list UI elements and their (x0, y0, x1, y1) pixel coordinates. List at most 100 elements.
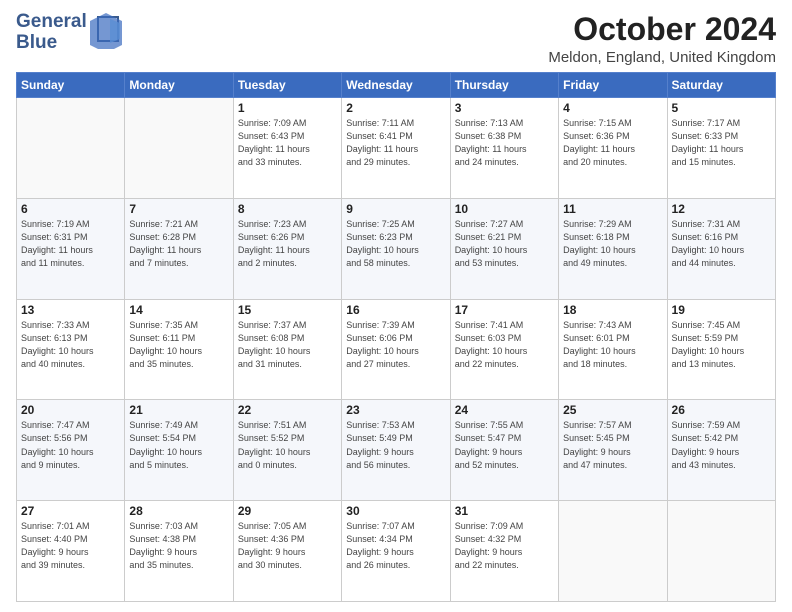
week-row-5: 27 Sunrise: 7:01 AM Sunset: 4:40 PM Dayli… (17, 501, 776, 602)
day-info: Sunrise: 7:03 AM Sunset: 4:38 PM Dayligh… (129, 520, 228, 572)
day-number: 3 (455, 101, 554, 115)
day-number: 2 (346, 101, 445, 115)
day-number: 21 (129, 403, 228, 417)
calendar-cell (125, 98, 233, 199)
day-number: 1 (238, 101, 337, 115)
day-number: 11 (563, 202, 662, 216)
calendar-cell: 4Sunrise: 7:15 AM Sunset: 6:36 PM Daylig… (559, 98, 667, 199)
day-number: 31 (455, 504, 554, 518)
day-number: 5 (672, 101, 771, 115)
calendar-cell: 21 Sunrise: 7:49 AM Sunset: 5:54 PM Dayli… (125, 400, 233, 501)
day-number: 14 (129, 303, 228, 317)
day-info: Sunrise: 7:45 AM Sunset: 5:59 PM Dayligh… (672, 319, 771, 371)
calendar-cell: 8Sunrise: 7:23 AM Sunset: 6:26 PM Daylig… (233, 198, 341, 299)
title-block: October 2024 Meldon, England, United Kin… (548, 12, 776, 66)
calendar-cell: 10 Sunrise: 7:27 AM Sunset: 6:21 PM Dayli… (450, 198, 558, 299)
day-number: 22 (238, 403, 337, 417)
day-info: Sunrise: 7:27 AM Sunset: 6:21 PM Dayligh… (455, 218, 554, 270)
calendar-cell: 26 Sunrise: 7:59 AM Sunset: 5:42 PM Dayli… (667, 400, 775, 501)
day-info: Sunrise: 7:01 AM Sunset: 4:40 PM Dayligh… (21, 520, 120, 572)
day-header-tuesday: Tuesday (233, 73, 341, 98)
logo: General Blue (16, 12, 122, 54)
day-number: 9 (346, 202, 445, 216)
day-info: Sunrise: 7:15 AM Sunset: 6:36 PM Dayligh… (563, 117, 662, 169)
calendar-cell: 27 Sunrise: 7:01 AM Sunset: 4:40 PM Dayli… (17, 501, 125, 602)
calendar-cell: 12 Sunrise: 7:31 AM Sunset: 6:16 PM Dayli… (667, 198, 775, 299)
logo-blue: Blue (16, 33, 87, 54)
calendar-table: SundayMondayTuesdayWednesdayThursdayFrid… (16, 72, 776, 602)
calendar-cell: 9 Sunrise: 7:25 AM Sunset: 6:23 PM Daylig… (342, 198, 450, 299)
calendar-cell: 7 Sunrise: 7:21 AM Sunset: 6:28 PM Daylig… (125, 198, 233, 299)
calendar-cell: 13Sunrise: 7:33 AM Sunset: 6:13 PM Dayli… (17, 299, 125, 400)
day-info: Sunrise: 7:41 AM Sunset: 6:03 PM Dayligh… (455, 319, 554, 371)
day-number: 19 (672, 303, 771, 317)
day-info: Sunrise: 7:35 AM Sunset: 6:11 PM Dayligh… (129, 319, 228, 371)
day-info: Sunrise: 7:43 AM Sunset: 6:01 PM Dayligh… (563, 319, 662, 371)
day-number: 25 (563, 403, 662, 417)
day-number: 15 (238, 303, 337, 317)
calendar-cell: 18Sunrise: 7:43 AM Sunset: 6:01 PM Dayli… (559, 299, 667, 400)
day-header-wednesday: Wednesday (342, 73, 450, 98)
calendar-cell: 15 Sunrise: 7:37 AM Sunset: 6:08 PM Dayli… (233, 299, 341, 400)
calendar-cell: 17 Sunrise: 7:41 AM Sunset: 6:03 PM Dayli… (450, 299, 558, 400)
week-row-2: 6 Sunrise: 7:19 AM Sunset: 6:31 PM Daylig… (17, 198, 776, 299)
calendar-cell: 31Sunrise: 7:09 AM Sunset: 4:32 PM Dayli… (450, 501, 558, 602)
calendar-header-row: SundayMondayTuesdayWednesdayThursdayFrid… (17, 73, 776, 98)
calendar-cell: 23 Sunrise: 7:53 AM Sunset: 5:49 PM Dayli… (342, 400, 450, 501)
day-header-thursday: Thursday (450, 73, 558, 98)
day-number: 10 (455, 202, 554, 216)
calendar-cell: 14 Sunrise: 7:35 AM Sunset: 6:11 PM Dayli… (125, 299, 233, 400)
calendar-cell: 3Sunrise: 7:13 AM Sunset: 6:38 PM Daylig… (450, 98, 558, 199)
calendar-cell: 24 Sunrise: 7:55 AM Sunset: 5:47 PM Dayli… (450, 400, 558, 501)
calendar-cell: 22Sunrise: 7:51 AM Sunset: 5:52 PM Dayli… (233, 400, 341, 501)
day-info: Sunrise: 7:49 AM Sunset: 5:54 PM Dayligh… (129, 419, 228, 471)
day-info: Sunrise: 7:57 AM Sunset: 5:45 PM Dayligh… (563, 419, 662, 471)
day-info: Sunrise: 7:25 AM Sunset: 6:23 PM Dayligh… (346, 218, 445, 270)
day-info: Sunrise: 7:05 AM Sunset: 4:36 PM Dayligh… (238, 520, 337, 572)
day-number: 27 (21, 504, 120, 518)
day-number: 28 (129, 504, 228, 518)
day-info: Sunrise: 7:55 AM Sunset: 5:47 PM Dayligh… (455, 419, 554, 471)
day-header-sunday: Sunday (17, 73, 125, 98)
calendar-cell: 5Sunrise: 7:17 AM Sunset: 6:33 PM Daylig… (667, 98, 775, 199)
day-number: 30 (346, 504, 445, 518)
day-info: Sunrise: 7:47 AM Sunset: 5:56 PM Dayligh… (21, 419, 120, 471)
day-info: Sunrise: 7:31 AM Sunset: 6:16 PM Dayligh… (672, 218, 771, 270)
day-header-monday: Monday (125, 73, 233, 98)
logo-icon (90, 13, 122, 49)
calendar-cell: 20Sunrise: 7:47 AM Sunset: 5:56 PM Dayli… (17, 400, 125, 501)
calendar-cell: 29 Sunrise: 7:05 AM Sunset: 4:36 PM Dayli… (233, 501, 341, 602)
day-info: Sunrise: 7:39 AM Sunset: 6:06 PM Dayligh… (346, 319, 445, 371)
page: General Blue October 2024 Meldon, Englan… (0, 0, 792, 612)
calendar-cell: 6 Sunrise: 7:19 AM Sunset: 6:31 PM Daylig… (17, 198, 125, 299)
calendar-cell: 16 Sunrise: 7:39 AM Sunset: 6:06 PM Dayli… (342, 299, 450, 400)
day-header-saturday: Saturday (667, 73, 775, 98)
day-info: Sunrise: 7:11 AM Sunset: 6:41 PM Dayligh… (346, 117, 445, 169)
calendar-cell: 19 Sunrise: 7:45 AM Sunset: 5:59 PM Dayli… (667, 299, 775, 400)
day-number: 8 (238, 202, 337, 216)
day-number: 12 (672, 202, 771, 216)
day-number: 23 (346, 403, 445, 417)
day-number: 29 (238, 504, 337, 518)
day-info: Sunrise: 7:53 AM Sunset: 5:49 PM Dayligh… (346, 419, 445, 471)
day-number: 6 (21, 202, 120, 216)
day-number: 24 (455, 403, 554, 417)
calendar-cell: 25 Sunrise: 7:57 AM Sunset: 5:45 PM Dayli… (559, 400, 667, 501)
day-number: 17 (455, 303, 554, 317)
week-row-3: 13Sunrise: 7:33 AM Sunset: 6:13 PM Dayli… (17, 299, 776, 400)
day-info: Sunrise: 7:09 AM Sunset: 6:43 PM Dayligh… (238, 117, 337, 169)
day-number: 16 (346, 303, 445, 317)
day-header-friday: Friday (559, 73, 667, 98)
day-info: Sunrise: 7:19 AM Sunset: 6:31 PM Dayligh… (21, 218, 120, 270)
calendar-cell: 2 Sunrise: 7:11 AM Sunset: 6:41 PM Daylig… (342, 98, 450, 199)
day-number: 7 (129, 202, 228, 216)
day-info: Sunrise: 7:37 AM Sunset: 6:08 PM Dayligh… (238, 319, 337, 371)
month-title: October 2024 (548, 12, 776, 47)
day-info: Sunrise: 7:21 AM Sunset: 6:28 PM Dayligh… (129, 218, 228, 270)
calendar-cell: 30Sunrise: 7:07 AM Sunset: 4:34 PM Dayli… (342, 501, 450, 602)
header: General Blue October 2024 Meldon, Englan… (16, 12, 776, 66)
calendar-cell: 1 Sunrise: 7:09 AM Sunset: 6:43 PM Daylig… (233, 98, 341, 199)
week-row-4: 20Sunrise: 7:47 AM Sunset: 5:56 PM Dayli… (17, 400, 776, 501)
day-number: 26 (672, 403, 771, 417)
day-info: Sunrise: 7:59 AM Sunset: 5:42 PM Dayligh… (672, 419, 771, 471)
